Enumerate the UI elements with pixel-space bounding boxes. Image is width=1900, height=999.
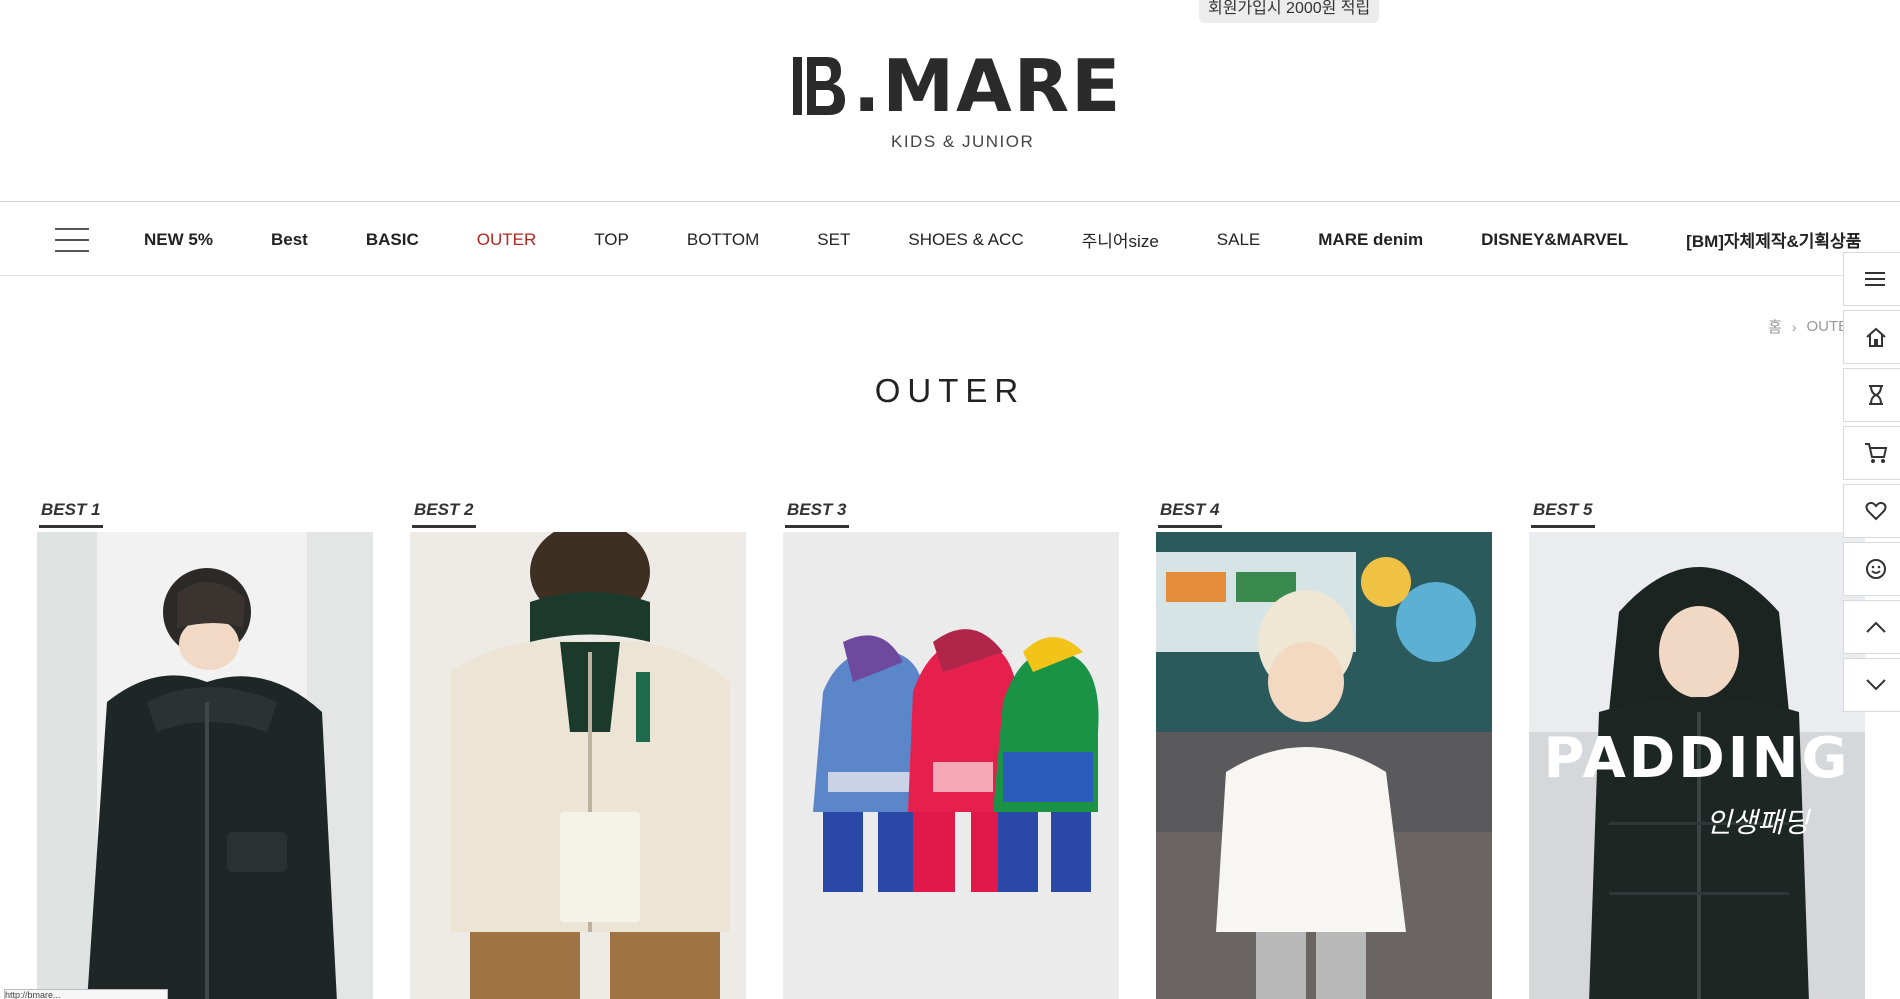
page-title: OUTER	[874, 372, 1026, 409]
chevron-right-icon: ›	[1791, 318, 1797, 335]
best-rank-label: BEST 2	[412, 500, 476, 528]
nav-item-disney-marvel[interactable]: DISNEY&MARVEL	[1481, 230, 1628, 250]
brand-logo[interactable]: .MARE KIDS & JUNIOR	[793, 50, 1120, 154]
nav-item-best[interactable]: Best	[271, 230, 308, 250]
nav-item-new[interactable]: NEW 5%	[144, 230, 213, 250]
main-nav: NEW 5% Best BASIC OUTER TOP BOTTOM SET S…	[0, 201, 1900, 276]
nav-item-shoes-acc[interactable]: SHOES & ACC	[908, 230, 1023, 250]
product-image[interactable]	[410, 532, 746, 999]
nav-item-outer[interactable]: OUTER	[477, 230, 537, 250]
browser-status-bar: http://bmare...	[4, 989, 168, 999]
hamburger-menu-icon[interactable]	[55, 226, 89, 254]
logo-b-mark	[793, 55, 849, 117]
chevron-up-icon[interactable]	[1843, 600, 1900, 654]
hourglass-icon[interactable]	[1843, 368, 1900, 422]
product-image[interactable]	[37, 532, 373, 999]
product-image[interactable]	[783, 532, 1119, 999]
product-image[interactable]: PADDING 인생패딩	[1529, 532, 1865, 999]
product-card[interactable]: BEST 3	[783, 500, 1119, 999]
banner-subtitle: 인생패딩	[1706, 806, 1811, 839]
menu-icon[interactable]	[1843, 252, 1900, 306]
product-card[interactable]: BEST 4	[1156, 500, 1492, 999]
cart-icon[interactable]	[1843, 426, 1900, 480]
heart-icon[interactable]	[1843, 484, 1900, 538]
best-rank-label: BEST 1	[39, 500, 103, 528]
nav-item-basic[interactable]: BASIC	[366, 230, 419, 250]
home-icon[interactable]	[1843, 310, 1900, 364]
best-rank-label: BEST 4	[1158, 500, 1222, 528]
product-card[interactable]: BEST 2	[410, 500, 746, 999]
quick-side-bar	[1843, 252, 1900, 716]
chevron-down-icon[interactable]	[1843, 658, 1900, 712]
banner-title: PADDING	[1544, 726, 1851, 791]
best-rank-label: BEST 5	[1531, 500, 1595, 528]
breadcrumb-home[interactable]: 홈	[1768, 316, 1782, 337]
nav-item-set[interactable]: SET	[817, 230, 850, 250]
nav-item-mare-denim[interactable]: MARE denim	[1318, 230, 1423, 250]
logo-wordmark: .MARE	[853, 44, 1123, 128]
product-card[interactable]: BEST 1	[37, 500, 373, 999]
best-products-list: BEST 1 BEST 2 BEST 3 BEST 4 BEST 5 PADDI…	[37, 500, 1865, 999]
logo-tagline: KIDS & JUNIOR	[891, 132, 1035, 151]
nav-item-bottom[interactable]: BOTTOM	[687, 230, 759, 250]
nav-item-junior-size[interactable]: 주니어size	[1082, 227, 1159, 252]
best-rank-label: BEST 3	[785, 500, 849, 528]
smile-icon[interactable]	[1843, 542, 1900, 596]
product-image[interactable]	[1156, 532, 1492, 999]
nav-item-sale[interactable]: SALE	[1217, 230, 1260, 250]
nav-item-bm-original[interactable]: [BM]자체제작&기획상품	[1686, 227, 1861, 252]
product-card[interactable]: BEST 5 PADDING 인생패딩	[1529, 500, 1865, 999]
nav-item-top[interactable]: TOP	[594, 230, 629, 250]
signup-promo-badge[interactable]: 회원가입시 2000원 적립	[1199, 0, 1380, 23]
